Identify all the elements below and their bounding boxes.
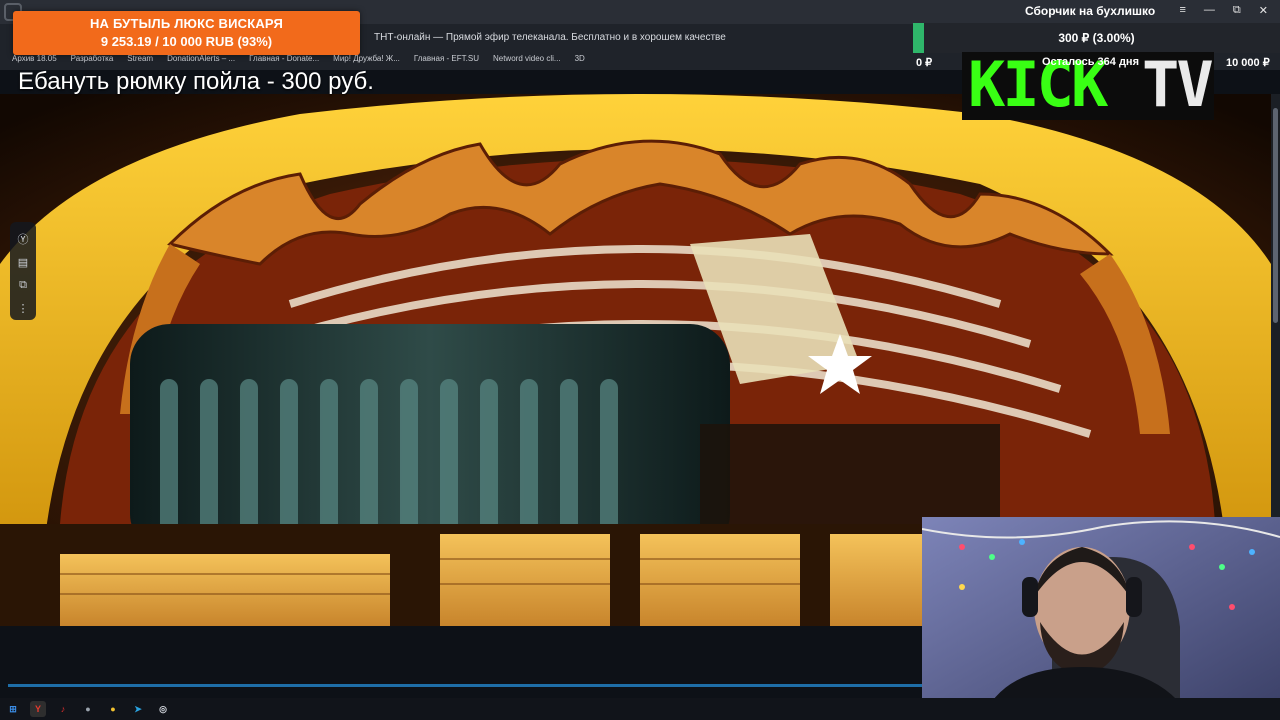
telegram-icon[interactable]: ➤ bbox=[130, 701, 146, 717]
subtitles-icon[interactable]: ▤ bbox=[14, 253, 32, 271]
fund-remaining-label: Осталось 364 дня bbox=[1042, 56, 1139, 68]
bookmark-item[interactable]: Разработка bbox=[71, 54, 114, 68]
video-side-toolbar: Ⓨ ▤ ⧉ ⋮ bbox=[10, 222, 36, 320]
fund-max-label: 10 000 ₽ bbox=[1226, 57, 1270, 69]
donation-alert-text: Ебануть рюмку пойла - 300 руб. bbox=[18, 68, 374, 95]
video-progress-bar[interactable] bbox=[8, 684, 923, 687]
scrollbar[interactable] bbox=[1271, 94, 1280, 520]
yandex-browser-icon[interactable]: Y bbox=[30, 701, 46, 717]
pip-icon[interactable]: ⧉ bbox=[14, 276, 32, 294]
app-icon-b[interactable]: ● bbox=[105, 701, 121, 717]
fund-progress-value: 300 ₽ (3.00%) bbox=[1058, 31, 1135, 45]
bookmark-item[interactable]: DonationAlerts – ... bbox=[167, 54, 235, 68]
fund-min-label: 0 ₽ bbox=[916, 57, 933, 69]
logo-tv-text: TV bbox=[1142, 52, 1214, 120]
webcam-overlay bbox=[922, 517, 1280, 720]
bookmark-item[interactable]: 3D bbox=[575, 54, 585, 68]
tab-title[interactable]: ТНТ-онлайн — Прямой эфир телеканала. Бес… bbox=[374, 32, 726, 43]
bookmark-item[interactable]: Stream bbox=[127, 54, 153, 68]
taskbar: ⊞ Y ♪ ● ● ➤ ◎ bbox=[0, 698, 1280, 720]
windows-start-icon[interactable]: ⊞ bbox=[5, 701, 21, 717]
bookmark-item[interactable]: Архив 18.05 bbox=[12, 54, 57, 68]
fund-progress-bar: 300 ₽ (3.00%) bbox=[913, 23, 1280, 53]
maximize-icon[interactable]: ⧉ bbox=[1233, 4, 1241, 17]
window-controls: ≡ — ⧉ ✕ bbox=[1180, 4, 1269, 17]
bookmarks-bar: Архив 18.05 Разработка Stream DonationAl… bbox=[0, 54, 585, 68]
menu-icon[interactable]: ≡ bbox=[1180, 4, 1186, 17]
more-icon[interactable]: ⋮ bbox=[14, 299, 32, 317]
webcam-feed bbox=[922, 517, 1280, 720]
app-icon-a[interactable]: ● bbox=[80, 701, 96, 717]
bookmark-item[interactable]: Netword video cli... bbox=[493, 54, 561, 68]
assistant-icon[interactable]: Ⓨ bbox=[14, 230, 32, 248]
bookmark-item[interactable]: Мир! Дружба! Ж... bbox=[333, 54, 400, 68]
donation-goal-widget: НА БУТЫЛЬ ЛЮКС ВИСКАРЯ 9 253.19 / 10 000… bbox=[13, 11, 360, 55]
bookmark-item[interactable]: Главная - EFT.SU bbox=[414, 54, 479, 68]
donation-goal-title: НА БУТЫЛЬ ЛЮКС ВИСКАРЯ bbox=[89, 16, 284, 31]
bookmark-item[interactable]: Главная - Donate... bbox=[249, 54, 319, 68]
fund-title: Сборчик на бухлишко bbox=[1025, 4, 1156, 18]
donation-goal-amount: 9 253.19 / 10 000 RUB (93%) bbox=[100, 34, 273, 49]
scrollbar-thumb[interactable] bbox=[1273, 108, 1278, 323]
yandex-music-icon[interactable]: ♪ bbox=[55, 701, 71, 717]
minimize-icon[interactable]: — bbox=[1204, 4, 1215, 17]
close-icon[interactable]: ✕ bbox=[1259, 4, 1268, 17]
obs-icon[interactable]: ◎ bbox=[155, 701, 171, 717]
